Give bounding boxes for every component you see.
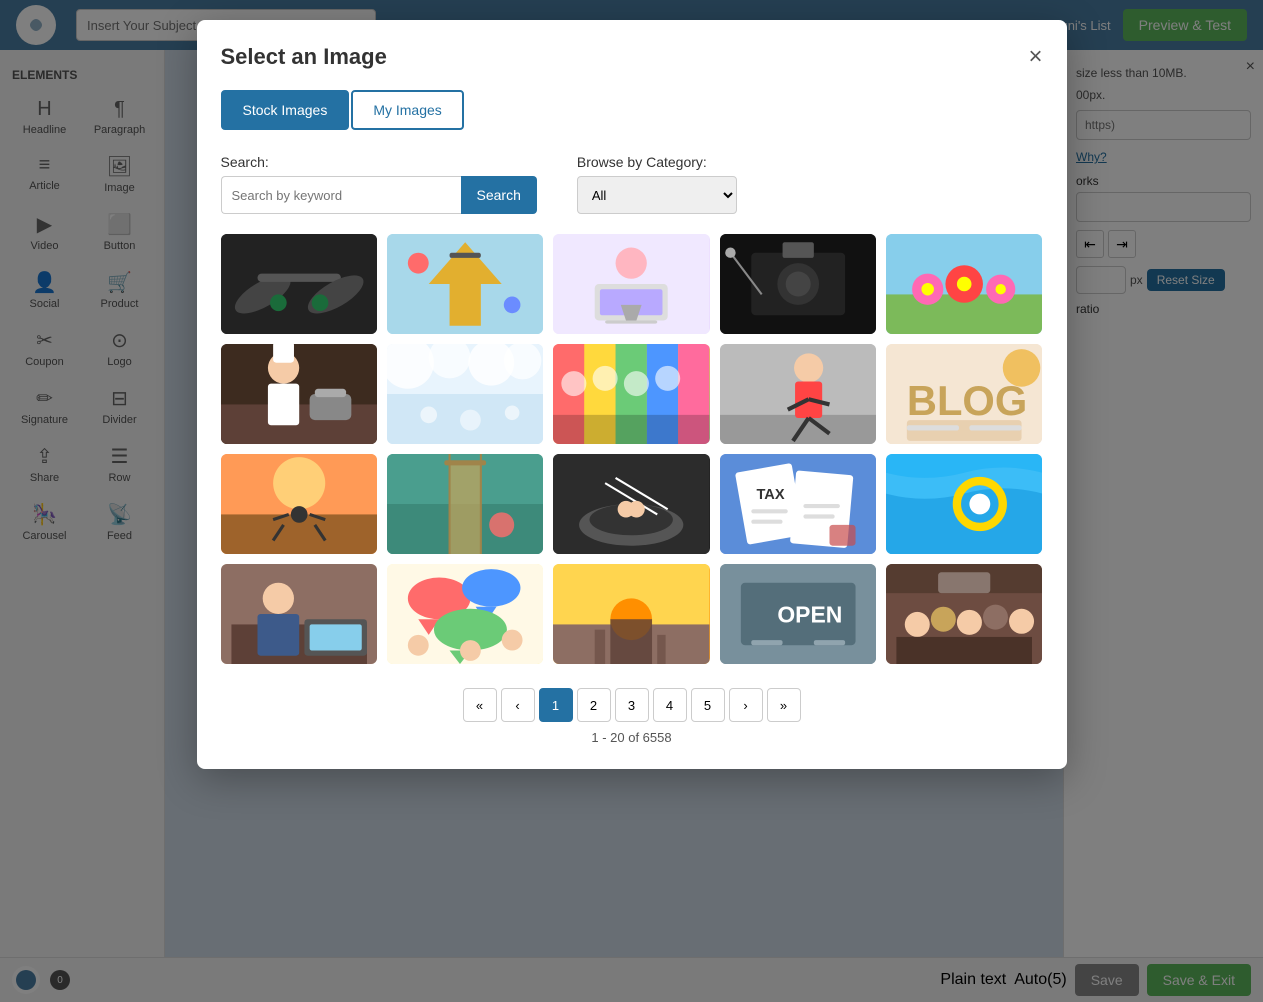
image-thumb-1[interactable] — [221, 234, 377, 334]
search-row: Search: Search Browse by Category: All B… — [221, 154, 1043, 214]
pagination: « ‹ 1 2 3 4 5 › » 1 - 20 of 6558 — [221, 688, 1043, 745]
modal-title: Select an Image — [221, 44, 387, 70]
tab-stock-images[interactable]: Stock Images — [221, 90, 350, 130]
image-thumb-4[interactable] — [720, 234, 876, 334]
svg-text:TAX: TAX — [756, 487, 784, 503]
category-group: Browse by Category: All Business Nature … — [577, 154, 737, 214]
pagination-first-btn[interactable]: « — [463, 688, 497, 722]
image-thumb-16[interactable] — [221, 564, 377, 664]
category-label: Browse by Category: — [577, 154, 737, 170]
pagination-page-3-btn[interactable]: 3 — [615, 688, 649, 722]
select-image-modal: Select an Image × Stock Images My Images… — [197, 20, 1067, 769]
pagination-info: 1 - 20 of 6558 — [591, 730, 671, 745]
image-grid: BLOG — [221, 234, 1043, 664]
tab-row: Stock Images My Images — [221, 90, 1043, 130]
image-thumb-19[interactable]: OPEN — [720, 564, 876, 664]
pagination-next-btn[interactable]: › — [729, 688, 763, 722]
svg-text:BLOG: BLOG — [907, 377, 1027, 424]
pagination-page-5-btn[interactable]: 5 — [691, 688, 725, 722]
tab-my-images[interactable]: My Images — [351, 90, 463, 130]
search-label: Search: — [221, 154, 537, 170]
modal-overlay: Select an Image × Stock Images My Images… — [0, 0, 1263, 1002]
pagination-page-1-btn[interactable]: 1 — [539, 688, 573, 722]
image-thumb-5[interactable] — [886, 234, 1042, 334]
pagination-page-4-btn[interactable]: 4 — [653, 688, 687, 722]
pagination-row: « ‹ 1 2 3 4 5 › » — [463, 688, 801, 722]
image-thumb-9[interactable] — [720, 344, 876, 444]
image-thumb-14[interactable]: TAX — [720, 454, 876, 554]
svg-text:OPEN: OPEN — [777, 601, 842, 627]
search-button[interactable]: Search — [461, 176, 537, 214]
image-thumb-7[interactable] — [387, 344, 543, 444]
pagination-last-btn[interactable]: » — [767, 688, 801, 722]
image-thumb-17[interactable] — [387, 564, 543, 664]
pagination-page-2-btn[interactable]: 2 — [577, 688, 611, 722]
modal-close-button[interactable]: × — [1028, 45, 1042, 69]
image-thumb-6[interactable] — [221, 344, 377, 444]
image-thumb-2[interactable] — [387, 234, 543, 334]
search-input-row: Search — [221, 176, 537, 214]
image-thumb-12[interactable] — [387, 454, 543, 554]
image-thumb-13[interactable] — [553, 454, 709, 554]
category-select[interactable]: All Business Nature People Technology — [577, 176, 737, 214]
search-input[interactable] — [221, 176, 461, 214]
image-thumb-18[interactable] — [553, 564, 709, 664]
image-thumb-10[interactable]: BLOG — [886, 344, 1042, 444]
modal-header: Select an Image × — [221, 44, 1043, 70]
image-thumb-15[interactable] — [886, 454, 1042, 554]
image-thumb-20[interactable] — [886, 564, 1042, 664]
image-thumb-11[interactable] — [221, 454, 377, 554]
image-thumb-8[interactable] — [553, 344, 709, 444]
image-thumb-3[interactable] — [553, 234, 709, 334]
pagination-prev-btn[interactable]: ‹ — [501, 688, 535, 722]
search-group: Search: Search — [221, 154, 537, 214]
